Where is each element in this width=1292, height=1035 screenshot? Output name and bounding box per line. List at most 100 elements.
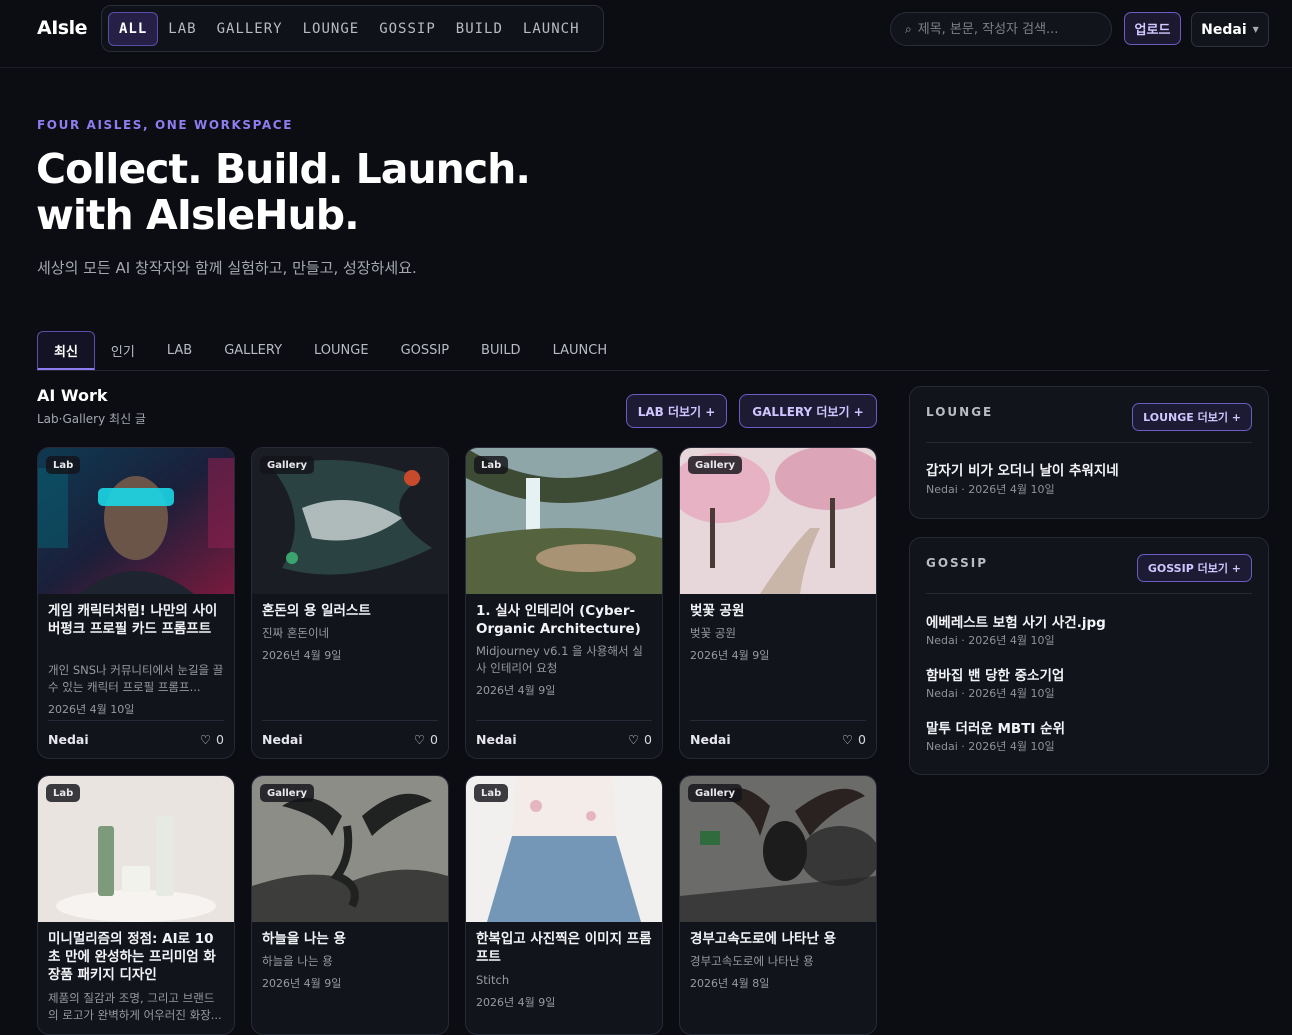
card-author[interactable]: Nedai <box>476 732 517 747</box>
topnav-gossip[interactable]: GOSSIP <box>369 12 446 46</box>
card-title[interactable]: 하늘을 나는 용 <box>262 930 438 948</box>
search-input[interactable] <box>917 21 1088 37</box>
hero-subtitle: 세상의 모든 AI 창작자와 함께 실험하고, 만들고, 성장하세요. <box>37 259 417 277</box>
feed-tabs: 최신 인기 LAB GALLERY LOUNGE GOSSIP BUILD LA… <box>37 331 1269 371</box>
lounge-post-title[interactable]: 갑자기 비가 오더니 날이 추워지네 <box>926 459 1119 479</box>
gossip-post-title[interactable]: 함바집 밴 당한 중소기업 <box>926 664 1064 684</box>
gossip-post-meta: Nedai · 2026년 4월 10일 <box>926 687 1055 700</box>
chevron-down-icon: ▼ <box>1252 25 1259 34</box>
post-card[interactable]: Lab 미니멀리즘의 정점: AI로 10초 만에 완성하는 프리미엄 화장품 … <box>37 775 235 1035</box>
card-description: 제품의 질감과 조명, 그리고 브랜드의 로고가 완벽하게 어우러진 화장... <box>48 991 222 1022</box>
card-footer: Nedai ♡ 0 <box>48 720 224 758</box>
card-description: 경부고속도로에 나타난 용 <box>690 954 814 968</box>
category-badge: Lab <box>474 456 509 474</box>
card-title[interactable]: 게임 캐릭터처럼! 나만의 사이버펑크 프로필 카드 프롬프트 <box>48 602 224 638</box>
user-menu-button[interactable]: Nedai ▼ <box>1191 12 1269 47</box>
card-author[interactable]: Nedai <box>48 732 89 747</box>
post-card[interactable]: Gallery 하늘을 나는 용 하늘을 나는 용 2026년 4월 9일 <box>251 775 449 1035</box>
topnav-all[interactable]: ALL <box>108 11 159 46</box>
post-card[interactable]: Gallery 벚꽃 공원 벚꽃 공원 2026년 4월 9일 Nedai ♡ 0 <box>679 447 877 759</box>
card-description: 개인 SNS나 커뮤니티에서 눈길을 끌 수 있는 캐릭터 프로필 프롬프... <box>48 663 224 694</box>
heart-icon: ♡ <box>627 732 640 747</box>
hero-line-1: Collect. Build. Launch. <box>36 145 531 193</box>
like-count: 0 <box>644 732 652 747</box>
tab-launch[interactable]: LAUNCH <box>537 331 624 370</box>
topnav-lab[interactable]: LAB <box>158 12 206 46</box>
category-badge: Gallery <box>260 784 315 802</box>
like-count: 0 <box>430 732 438 747</box>
lounge-panel: LOUNGE LOUNGE 더보기 + 갑자기 비가 오더니 날이 추워지네 N… <box>909 386 1269 519</box>
category-badge: Lab <box>474 784 509 802</box>
card-description: Midjourney v6.1 을 사용해서 실사 인테리어 요청 <box>476 644 643 675</box>
topnav-lounge[interactable]: LOUNGE <box>293 12 370 46</box>
top-nav: ALL LAB GALLERY LOUNGE GOSSIP BUILD LAUN… <box>101 5 604 52</box>
gossip-post-meta: Nedai · 2026년 4월 10일 <box>926 634 1055 647</box>
card-description: 벚꽃 공원 <box>690 626 736 640</box>
card-title[interactable]: 혼돈의 용 일러스트 <box>262 602 438 620</box>
tab-popular[interactable]: 인기 <box>95 331 151 370</box>
post-card[interactable]: Gallery 경부고속도로에 나타난 용 경부고속도로에 나타난 용 2026… <box>679 775 877 1035</box>
gossip-post-title[interactable]: 에베레스트 보험 사기 사건.jpg <box>926 611 1106 631</box>
like-count: 0 <box>216 732 224 747</box>
gallery-more-button[interactable]: GALLERY 더보기 + <box>739 394 877 428</box>
like-button[interactable]: ♡ 0 <box>842 732 866 747</box>
topnav-launch[interactable]: LAUNCH <box>513 12 590 46</box>
card-title[interactable]: 벚꽃 공원 <box>690 602 866 620</box>
gossip-post-meta: Nedai · 2026년 4월 10일 <box>926 740 1055 753</box>
lounge-more-button[interactable]: LOUNGE 더보기 + <box>1132 403 1252 431</box>
category-badge: Lab <box>46 456 81 474</box>
tab-build[interactable]: BUILD <box>465 331 537 370</box>
lounge-title: LOUNGE <box>926 405 994 419</box>
gossip-post-title[interactable]: 말투 더러운 MBTI 순위 <box>926 717 1065 737</box>
lounge-post-meta: Nedai · 2026년 4월 10일 <box>926 483 1055 496</box>
tab-lounge[interactable]: LOUNGE <box>298 331 385 370</box>
card-footer: Nedai ♡ 0 <box>476 720 652 758</box>
card-title[interactable]: 미니멀리즘의 정점: AI로 10초 만에 완성하는 프리미엄 화장품 패키지 … <box>48 930 224 984</box>
category-badge: Gallery <box>260 456 315 474</box>
card-date: 2026년 4월 9일 <box>476 684 556 697</box>
post-card[interactable]: Gallery 혼돈의 용 일러스트 진짜 혼돈이네 2026년 4월 9일 N… <box>251 447 449 759</box>
topnav-build[interactable]: BUILD <box>446 12 513 46</box>
like-button[interactable]: ♡ 0 <box>414 732 438 747</box>
heart-icon: ♡ <box>199 732 212 747</box>
category-badge: Gallery <box>688 784 743 802</box>
post-card[interactable]: Lab 게임 캐릭터처럼! 나만의 사이버펑크 프로필 카드 프롬프트 개인 S… <box>37 447 235 759</box>
divider <box>926 442 1252 443</box>
upload-button[interactable]: 업로드 <box>1124 12 1181 45</box>
post-card[interactable]: Lab 1. 실사 인테리어 (Cyber-Organic Architectu… <box>465 447 663 759</box>
hero-line-2: with AIsleHub. <box>36 191 360 239</box>
ai-work-subtitle: Lab·Gallery 최신 글 <box>37 412 146 426</box>
gossip-panel: GOSSIP GOSSIP 더보기 + 에베레스트 보험 사기 사건.jpg N… <box>909 537 1269 775</box>
category-badge: Lab <box>46 784 81 802</box>
post-card[interactable]: Lab 한복입고 사진찍은 이미지 프롬프트 Stitch 2026년 4월 9… <box>465 775 663 1035</box>
tab-gossip[interactable]: GOSSIP <box>385 331 465 370</box>
category-badge: Gallery <box>688 456 743 474</box>
like-count: 0 <box>858 732 866 747</box>
card-date: 2026년 4월 8일 <box>690 977 770 990</box>
card-description: 진짜 혼돈이네 <box>262 626 330 640</box>
hero-headline: Collect. Build. Launch. with AIsleHub. <box>36 145 531 239</box>
heart-icon: ♡ <box>413 732 426 747</box>
card-author[interactable]: Nedai <box>690 732 731 747</box>
like-button[interactable]: ♡ 0 <box>628 732 652 747</box>
app-logo[interactable]: AIsle <box>37 17 87 39</box>
search-box: ⌕ <box>890 12 1112 46</box>
card-title[interactable]: 경부고속도로에 나타난 용 <box>690 930 866 948</box>
heart-icon: ♡ <box>841 732 854 747</box>
search-icon: ⌕ <box>905 21 912 36</box>
card-author[interactable]: Nedai <box>262 732 303 747</box>
topnav-gallery[interactable]: GALLERY <box>207 12 293 46</box>
card-footer: Nedai ♡ 0 <box>690 720 866 758</box>
card-description: 하늘을 나는 용 <box>262 954 333 968</box>
like-button[interactable]: ♡ 0 <box>200 732 224 747</box>
tab-lab[interactable]: LAB <box>151 331 208 370</box>
card-title[interactable]: 한복입고 사진찍은 이미지 프롬프트 <box>476 930 652 966</box>
tab-latest[interactable]: 최신 <box>37 331 95 370</box>
card-date: 2026년 4월 10일 <box>48 703 135 716</box>
gossip-more-button[interactable]: GOSSIP 더보기 + <box>1136 554 1252 582</box>
card-title[interactable]: 1. 실사 인테리어 (Cyber-Organic Architecture) <box>476 602 652 638</box>
lab-more-button[interactable]: LAB 더보기 + <box>626 394 727 428</box>
top-bar: AIsle ALL LAB GALLERY LOUNGE GOSSIP BUIL… <box>0 0 1292 68</box>
tab-gallery[interactable]: GALLERY <box>208 331 298 370</box>
gossip-title: GOSSIP <box>926 556 989 570</box>
